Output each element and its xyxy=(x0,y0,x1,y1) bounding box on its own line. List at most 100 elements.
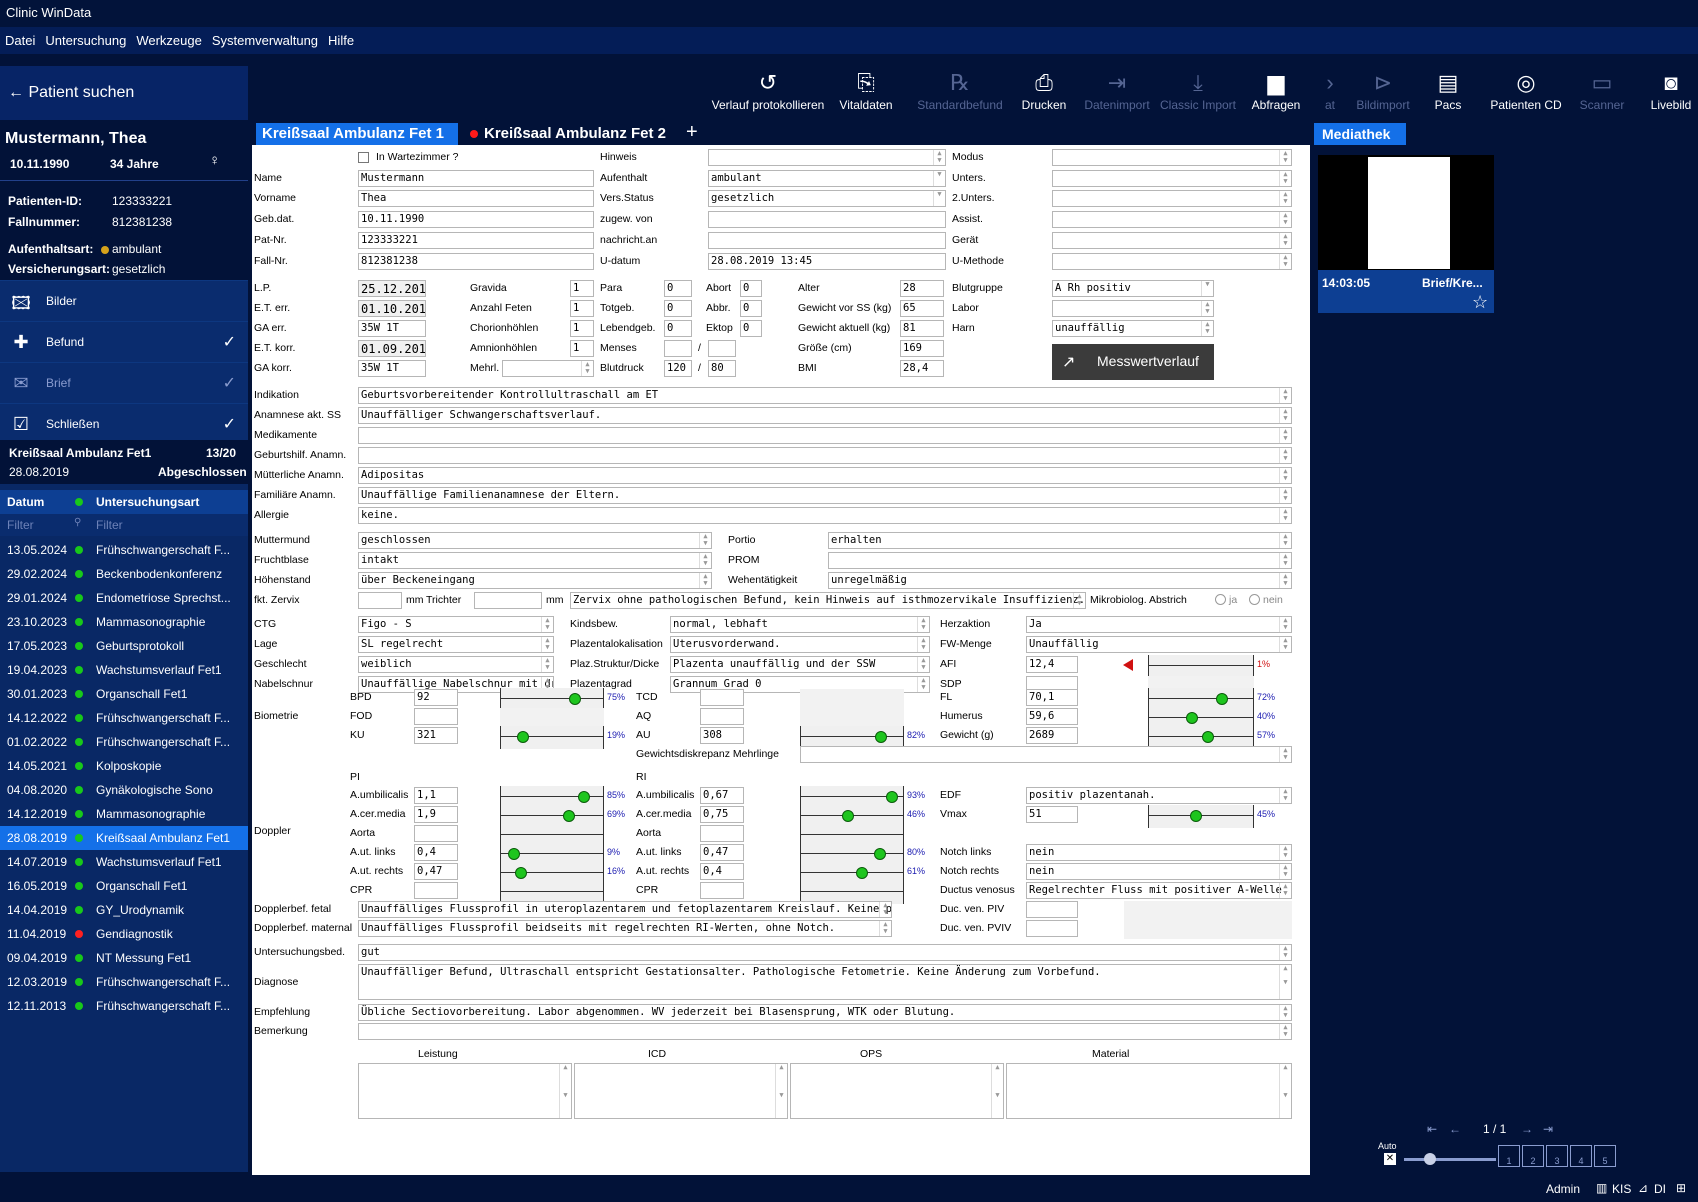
history-row[interactable]: 14.05.2021 Kolposkopie xyxy=(0,754,248,778)
aorta-ri-input[interactable] xyxy=(700,825,744,842)
prev-page-icon[interactable]: ← xyxy=(1449,1122,1461,1136)
dropdown-icon[interactable]: ▼ xyxy=(933,171,945,186)
indikation-input[interactable]: Geburtsvorbereitender Kontrollultraschal… xyxy=(358,387,1292,404)
chorion-input[interactable]: 1 xyxy=(570,320,594,337)
history-row[interactable]: 14.12.2019 Mammasonographie xyxy=(0,802,248,826)
menu-datei[interactable]: Datei xyxy=(0,27,40,48)
dropdown-icon[interactable]: ▼ xyxy=(933,191,945,206)
kindsbew-input[interactable]: normal, lebhaft ▲ ▼ xyxy=(670,616,930,633)
ductus-input[interactable]: Regelrechter Fluss mit positiver A-Welle… xyxy=(1026,882,1292,899)
history-row[interactable]: 12.11.2013 Frühschwangerschaft F... xyxy=(0,994,248,1018)
material-list[interactable]: ▲ ▼ xyxy=(1006,1063,1292,1119)
bemerkung-input[interactable]: ▲ ▼ xyxy=(358,1023,1292,1040)
view-layout-4-button[interactable]: 4 xyxy=(1570,1145,1592,1167)
scroll-arrows-icon[interactable]: ▲ ▼ xyxy=(1279,883,1291,898)
drucken-button[interactable]: ⎙ Drucken xyxy=(1016,66,1072,121)
scroll-arrows-icon[interactable]: ▲ ▼ xyxy=(1279,171,1291,186)
history-row[interactable]: 16.05.2019 Organschall Fet1 xyxy=(0,874,248,898)
patient-search-button[interactable]: ← Patient suchen xyxy=(0,66,248,120)
history-row[interactable]: 28.08.2019 Kreißsaal Ambulanz Fet1 xyxy=(0,826,248,850)
history-row[interactable]: 30.01.2023 Organschall Fet1 xyxy=(0,682,248,706)
unters2-input[interactable]: ▲ ▼ xyxy=(1052,190,1292,207)
messwertverlauf-button[interactable]: ↗ Messwertverlauf xyxy=(1052,344,1214,380)
menu-werkzeuge[interactable]: Werkzeuge xyxy=(131,27,207,48)
scroll-arrows-icon[interactable]: ▲ ▼ xyxy=(917,657,929,672)
plazstr-input[interactable]: Plazenta unauffällig und der SSW ▲ ▼ xyxy=(670,656,930,673)
scroll-arrows-icon[interactable]: ▲ ▼ xyxy=(1279,233,1291,248)
aumb-ri-input[interactable]: 0,67 xyxy=(700,787,744,804)
herz-input[interactable]: Ja ▲ ▼ xyxy=(1026,616,1292,633)
scroll-arrows-icon[interactable]: ▲ ▼ xyxy=(1279,254,1291,269)
scroll-arrows-icon[interactable]: ▲ ▼ xyxy=(917,617,929,632)
notchr-input[interactable]: nein ▲ ▼ xyxy=(1026,863,1292,880)
scroll-arrows-icon[interactable]: ▲ ▼ xyxy=(541,637,553,652)
dbfetal-input[interactable]: Unauffälliges Flussprofil in uteroplazen… xyxy=(358,901,892,918)
scroll-arrows-icon[interactable]: ▲ ▼ xyxy=(1279,408,1291,423)
kis-status[interactable]: KIS xyxy=(1612,1182,1631,1196)
menu-untersuchung[interactable]: Untersuchung xyxy=(40,27,131,48)
view-layout-1-button[interactable]: 1 xyxy=(1498,1145,1520,1167)
scroll-arrows-icon[interactable]: ▲ ▼ xyxy=(917,637,929,652)
menses-input-1[interactable] xyxy=(664,340,692,357)
scroll-arrows-icon[interactable]: ▲ ▼ xyxy=(699,573,711,588)
vmax-input[interactable]: 51 xyxy=(1026,806,1078,823)
scroll-arrows-icon[interactable]: ▲ ▼ xyxy=(1279,508,1291,523)
history-row[interactable]: 19.04.2023 Wachstumsverlauf Fet1 xyxy=(0,658,248,682)
diagnose-input[interactable]: Unauffälliger Befund, Ultraschall entspr… xyxy=(358,964,1292,1000)
mehrl-input[interactable]: ▲ ▼ xyxy=(502,360,594,377)
wehen-input[interactable]: unregelmäßig ▲ ▼ xyxy=(828,572,1292,589)
ctg-input[interactable]: Figo - S ▲ ▼ xyxy=(358,616,554,633)
amnion-input[interactable]: 1 xyxy=(570,340,594,357)
hinweis-input[interactable]: ▲ ▼ xyxy=(708,149,946,166)
medikamente-input[interactable]: ▲ ▼ xyxy=(358,427,1292,444)
gebdat-input[interactable]: 10.11.1990 xyxy=(358,211,594,228)
notchl-input[interactable]: nein ▲ ▼ xyxy=(1026,844,1292,861)
patnr-input[interactable]: 123333221 xyxy=(358,232,594,249)
alter-input[interactable]: 28 xyxy=(900,280,944,297)
autr-ri-input[interactable]: 0,4 xyxy=(700,863,744,880)
portio-input[interactable]: erhalten ▲ ▼ xyxy=(828,532,1292,549)
menses-input-2[interactable] xyxy=(708,340,736,357)
livebild-button[interactable]: ◙ Livebild xyxy=(1646,66,1696,121)
scroll-arrows-icon[interactable]: ▲ ▼ xyxy=(1279,788,1291,803)
empf-input[interactable]: Übliche Sectiovorbereitung. Labor abgeno… xyxy=(358,1004,1292,1021)
nav-bilder[interactable]: 🖾 Bilder xyxy=(0,280,248,321)
history-row[interactable]: 14.12.2022 Frühschwangerschaft F... xyxy=(0,706,248,730)
assist-input[interactable]: ▲ ▼ xyxy=(1052,211,1292,228)
tab-fet2[interactable]: Kreißsaal Ambulanz Fet 2 xyxy=(464,123,674,145)
menu-hilfe[interactable]: Hilfe xyxy=(323,27,359,48)
scroll-arrows-icon[interactable]: ▲ ▼ xyxy=(581,361,593,376)
history-row[interactable]: 13.05.2024 Frühschwangerschaft F... xyxy=(0,538,248,562)
star-icon[interactable]: ☆ xyxy=(1472,292,1488,313)
scroll-arrows-icon[interactable]: ▲ ▼ xyxy=(1279,573,1291,588)
history-row[interactable]: 23.10.2023 Mammasonographie xyxy=(0,610,248,634)
harn-input[interactable]: unauffällig ▲ ▼ xyxy=(1052,320,1214,337)
ubed-input[interactable]: gut ▲ ▼ xyxy=(358,944,1292,961)
autr-pi-input[interactable]: 0,47 xyxy=(414,863,458,880)
add-tab-icon[interactable]: + xyxy=(686,121,698,144)
history-row[interactable]: 14.07.2019 Wachstumsverlauf Fet1 xyxy=(0,850,248,874)
scroll-arrows-icon[interactable]: ▲ ▼ xyxy=(1279,637,1291,652)
history-row[interactable]: 29.01.2024 Endometriose Sprechst... xyxy=(0,586,248,610)
history-row[interactable]: 04.08.2020 Gynäkologische Sono xyxy=(0,778,248,802)
datenimport-button[interactable]: ⇥ Datenimport xyxy=(1080,66,1154,121)
dvpiv-input[interactable] xyxy=(1026,901,1078,918)
scroll-arrows-icon[interactable]: ▲ ▼ xyxy=(1279,864,1291,879)
acm-ri-input[interactable]: 0,75 xyxy=(700,806,744,823)
icd-list[interactable]: ▲ ▼ xyxy=(574,1063,788,1119)
versstatus-select[interactable]: gesetzlich ▼ xyxy=(708,190,946,207)
scroll-arrows-icon[interactable]: ▲ ▼ xyxy=(1279,428,1291,443)
udatum-input[interactable]: 28.08.2019 13:45 xyxy=(708,253,946,270)
edf-input[interactable]: positiv plazentanah. ▲ ▼ xyxy=(1026,787,1292,804)
autl-ri-input[interactable]: 0,47 xyxy=(700,844,744,861)
acm-pi-input[interactable]: 1,9 xyxy=(414,806,458,823)
ku-input[interactable]: 321 xyxy=(414,727,458,744)
nav-brief[interactable]: ✉ Brief ✓ xyxy=(0,362,248,403)
auto-close-icon[interactable]: ✕ xyxy=(1384,1153,1396,1165)
gewakt-input[interactable]: 81 xyxy=(900,320,944,337)
wartezimmer-checkbox[interactable] xyxy=(358,152,369,163)
history-row[interactable]: 09.04.2019 NT Messung Fet1 xyxy=(0,946,248,970)
scroll-arrows-icon[interactable]: ▲ ▼ xyxy=(879,921,891,936)
eterr-input[interactable]: 01.10.2019 xyxy=(358,300,426,317)
filter-date-input[interactable]: Filter xyxy=(7,518,34,532)
